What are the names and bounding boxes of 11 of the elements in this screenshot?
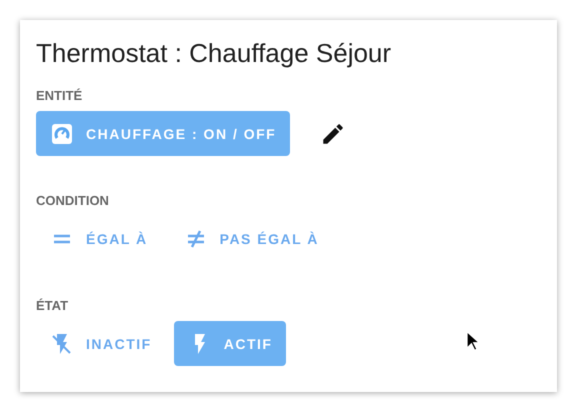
section-label: ÉTAT — [36, 298, 70, 313]
section-label: ENTITÉ — [36, 88, 84, 103]
condition-option[interactable]: ÉGAL À — [36, 216, 162, 261]
gauge-icon — [50, 122, 74, 146]
state-option[interactable]: INACTIF — [36, 321, 166, 366]
card-title: Thermostat : Chauffage Séjour — [36, 37, 392, 70]
entity-button[interactable]: CHAUFFAGE : ON / OFF — [36, 111, 290, 156]
state-option[interactable]: ACTIF — [174, 321, 286, 366]
condition-option[interactable]: PAS ÉGAL À — [170, 216, 333, 261]
mouse-pointer-icon — [466, 330, 479, 352]
section-label: CONDITION — [36, 193, 110, 208]
